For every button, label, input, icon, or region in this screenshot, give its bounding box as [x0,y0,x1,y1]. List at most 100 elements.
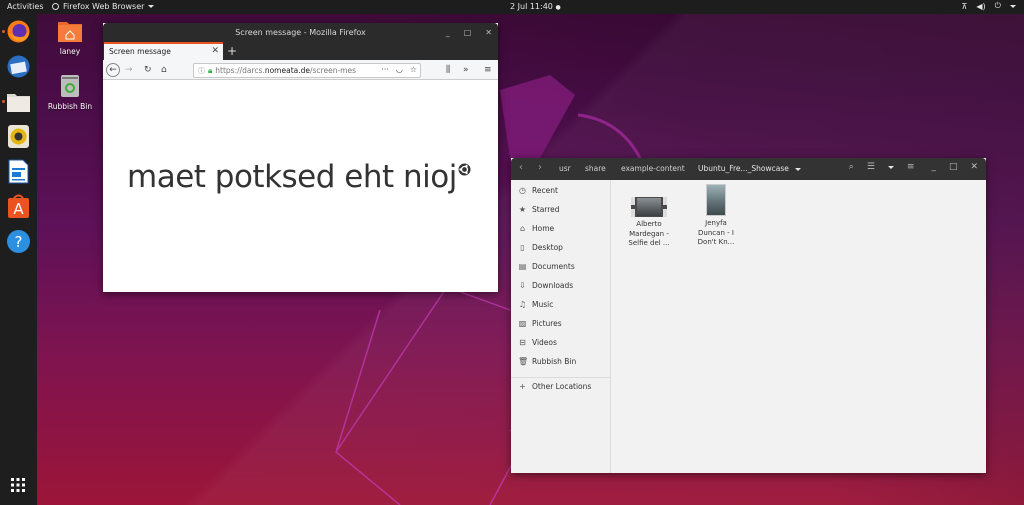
hamburger-menu-icon[interactable]: ≡ [484,63,492,77]
sidebar-item-label: Pictures [532,319,562,328]
file-name-line: Selfie del ... [628,239,670,247]
breadcrumb-usr[interactable]: usr [559,164,571,173]
breadcrumb-share[interactable]: share [585,164,606,173]
tab-strip: Screen message ✕ + [103,42,498,60]
sidebar-item-other-locations[interactable]: + Other Locations [518,382,591,391]
close-button[interactable]: ✕ [970,162,978,172]
sidebar-item-label: Downloads [532,281,574,290]
files-headerbar[interactable]: ‹ › usr share example-content Ubuntu_Fre… [511,158,986,180]
ubuntu-logo-icon [458,163,471,176]
maximize-button[interactable]: □ [464,28,472,37]
sidebar-item-label: Other Locations [532,382,592,391]
svg-text:?: ? [15,233,23,251]
sidebar-item-pictures[interactable]: ▨ Pictures [518,319,562,328]
navigation-toolbar: ← → ↻ ⌂ ⓘ 🔒︎ https://darcs.nomeata.de/sc… [103,60,498,80]
sidebar-item-documents[interactable]: ▤ Documents [518,262,575,271]
back-button[interactable]: ← [106,63,120,77]
breadcrumb-example-content[interactable]: example-content [621,164,685,173]
picture-icon: ▨ [518,319,527,328]
lock-icon: 🔒︎ [208,65,213,75]
document-icon: ▤ [518,262,527,271]
screen-message-text: maet potksed eht nioj [127,159,471,195]
dock-ubuntu-software[interactable]: A [6,194,31,219]
home-folder-icon [58,22,82,42]
sidebar-item-videos[interactable]: ⊟ Videos [518,338,557,347]
rhythmbox-icon [8,125,29,148]
activities-button[interactable]: Activities [7,2,44,11]
running-indicator [2,30,5,33]
pocket-icon[interactable]: ◡ [396,65,403,74]
library-icon[interactable]: ⫼ [446,63,450,77]
sidebar-item-recent[interactable]: ◷ Recent [518,186,558,195]
video-thumbnail-icon [631,197,667,217]
breadcrumb-current[interactable]: Ubuntu_Fre..._Showcase [698,164,802,173]
sidebar-item-label: Desktop [532,243,563,252]
show-applications-button[interactable] [9,476,27,494]
url-bar[interactable]: ⓘ 🔒︎ https://darcs.nomeata.de/screen-mes… [193,63,421,78]
menu-icon[interactable]: ≡ [907,162,915,172]
maximize-button[interactable]: □ [949,162,958,172]
minimize-button[interactable]: _ [931,162,936,172]
desktop-icon: ▯ [520,243,525,252]
star-icon: ★ [518,205,527,214]
sidebar-item-label: Videos [532,338,557,347]
forward-button[interactable]: › [538,162,542,173]
sidebar-item-rubbish-bin[interactable]: 🗑︎ Rubbish Bin [518,357,576,366]
app-menu[interactable]: Firefox Web Browser [52,2,155,11]
file-item[interactable]: Alberto Mardegan - Selfie del ... [619,197,679,249]
dock-help[interactable]: ? [6,229,31,254]
clock-label: 2 Jul 11:40 [510,2,553,11]
sidebar-item-home[interactable]: ⌂ Home [518,224,554,233]
window-title: Screen message - Mozilla Firefox [235,28,366,37]
bookmark-star-icon[interactable]: ☆ [410,65,417,74]
new-tab-button[interactable]: + [227,42,237,60]
sidebar-item-label: Recent [532,186,558,195]
file-view: Alberto Mardegan - Selfie del ... Jenyfa… [612,180,986,473]
trash-icon [61,75,79,97]
close-tab-icon[interactable]: ✕ [211,46,219,56]
sidebar-item-starred[interactable]: ★ Starred [518,205,560,214]
sidebar-item-downloads[interactable]: ⇩ Downloads [518,281,573,290]
desktop-icon-label: laney [59,47,81,56]
reload-button[interactable]: ↻ [144,63,152,77]
system-tray[interactable]: ⊼ ◀) ⏻ [962,1,1016,11]
window-titlebar[interactable]: Screen message - Mozilla Firefox _ □ ✕ [103,23,498,42]
sidebar-divider [511,377,611,378]
file-item[interactable]: Jenyfa Duncan - I Don't Kn... [686,184,746,248]
power-icon: ⏻ [994,1,1001,10]
dock-libreoffice-writer[interactable] [6,159,31,184]
clock[interactable]: 2 Jul 11:40 ● [510,2,561,11]
sidebar-item-label: Rubbish Bin [532,357,577,366]
close-button[interactable]: ✕ [485,28,492,37]
overflow-menu-icon[interactable]: » [463,63,469,77]
file-name-line: Don't Kn... [697,238,735,246]
image-thumbnail-icon [706,184,726,216]
home-button[interactable]: ⌂ [161,63,167,77]
file-name-line: Mardegan - [629,229,669,238]
file-name-line: Duncan - I [698,228,734,237]
page-content: maet potksed eht nioj [103,81,498,292]
tab-screen-message[interactable]: Screen message ✕ [104,42,223,60]
writer-icon [8,159,29,184]
desktop-icon-label: Rubbish Bin [47,102,93,111]
desktop-icon-rubbish-bin[interactable]: Rubbish Bin [45,74,95,111]
info-icon[interactable]: ⓘ [198,66,205,76]
dock-thunderbird[interactable] [6,54,31,79]
page-actions-icon[interactable]: ··· [381,65,389,74]
dock-rhythmbox[interactable] [6,124,31,149]
desktop-icon-home[interactable]: laney [45,19,95,56]
view-options-chevron-icon[interactable] [887,165,894,169]
list-view-icon[interactable]: ☰ [867,162,875,172]
url-path: /screen-mes [310,66,356,75]
dock-firefox[interactable] [6,19,31,44]
home-icon: ⌂ [519,224,526,233]
minimize-button[interactable]: _ [446,28,450,37]
dock-files[interactable] [6,89,31,114]
forward-button[interactable]: → [125,63,133,77]
sidebar-item-desktop[interactable]: ▯ Desktop [518,243,563,252]
back-button[interactable]: ‹ [519,162,523,173]
show-applications-icon [11,478,25,492]
search-icon[interactable]: ⌕ [849,162,854,172]
chevron-down-icon [795,167,802,171]
sidebar-item-music[interactable]: ♫ Music [518,300,553,309]
